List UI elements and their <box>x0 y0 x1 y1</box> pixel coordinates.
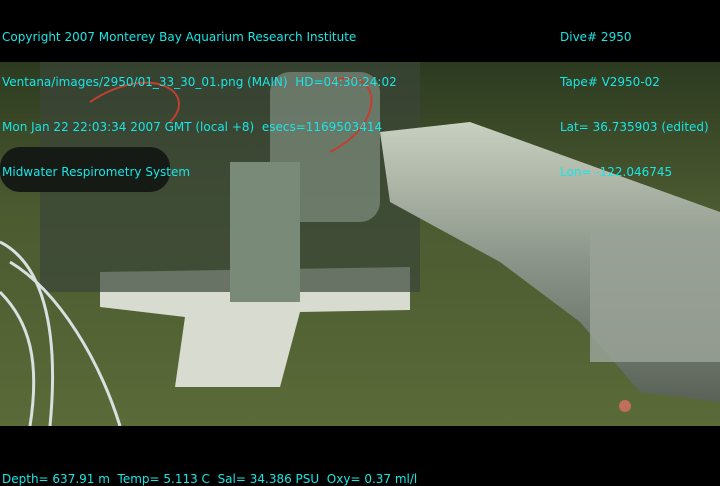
dive-number: Dive# 2950 <box>560 30 632 44</box>
overlay-top-right: Dive# 2950 Tape# V2950-02 Lat= 36.735903… <box>560 0 709 210</box>
copyright-text: Copyright 2007 Monterey Bay Aquarium Res… <box>2 30 357 44</box>
sensor-readout: Depth= 637.91 m Temp= 5.113 C Sal= 34.38… <box>2 472 418 486</box>
sea-creature <box>619 400 631 412</box>
tape-number: Tape# V2950-02 <box>560 75 660 89</box>
image-path-text: Ventana/images/2950/01_33_30_01.png (MAI… <box>2 75 397 89</box>
longitude: Lon= -122.046745 <box>560 165 673 179</box>
latitude: Lat= 36.735903 (edited) <box>560 120 709 134</box>
overlay-top-left: Copyright 2007 Monterey Bay Aquarium Res… <box>2 0 397 210</box>
video-frame: Copyright 2007 Monterey Bay Aquarium Res… <box>0 0 720 486</box>
timestamp-text: Mon Jan 22 22:03:34 2007 GMT (local +8) … <box>2 120 383 134</box>
system-name-text: Midwater Respirometry System <box>2 165 191 179</box>
arm-gripper <box>590 232 720 362</box>
